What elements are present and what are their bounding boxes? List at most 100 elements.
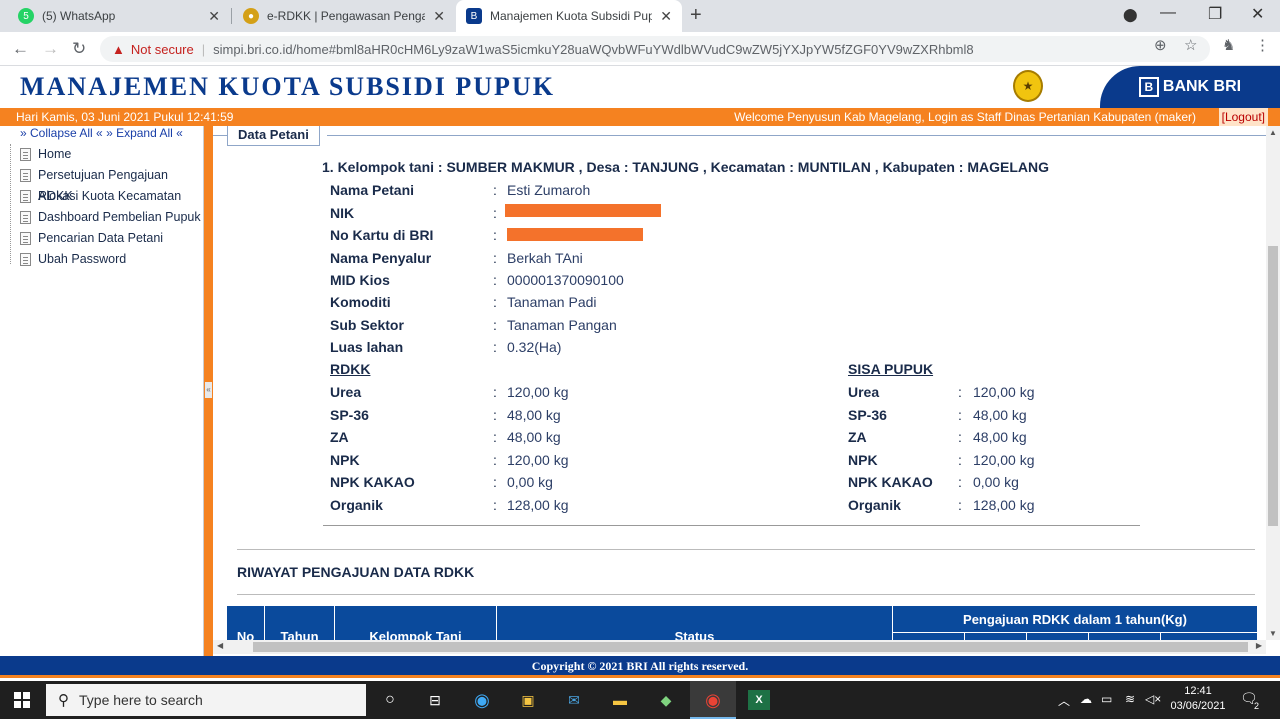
forward-arrow-icon[interactable]: →: [42, 39, 59, 59]
scroll-thumb[interactable]: [1268, 246, 1278, 526]
minimize-button[interactable]: —: [1160, 4, 1176, 22]
close-icon[interactable]: ✕: [433, 8, 445, 25]
sidebar-item-alokasi[interactable]: Alokasi Kuota Kecamatan: [0, 186, 203, 207]
bookmark-star-icon[interactable]: ☆: [1184, 36, 1197, 54]
menu-icon[interactable]: ⋮: [1255, 36, 1270, 54]
tab-title: (5) WhatsApp: [42, 9, 116, 23]
not-secure-label[interactable]: Not secure: [131, 42, 194, 57]
app-icon[interactable]: ◆: [655, 690, 677, 710]
cloud-icon[interactable]: ☁: [1080, 692, 1092, 706]
colon: :: [493, 429, 497, 445]
scroll-down-icon[interactable]: ▼: [1266, 629, 1280, 638]
colon: :: [493, 250, 497, 266]
close-icon[interactable]: ✕: [660, 8, 672, 25]
tray-chevron-icon[interactable]: ︿: [1058, 692, 1070, 709]
battery-icon[interactable]: ▭: [1101, 692, 1112, 706]
colon: :: [493, 227, 497, 243]
th-no: No: [227, 606, 265, 640]
colon: :: [493, 272, 497, 288]
maximize-button[interactable]: ❐: [1208, 4, 1222, 24]
new-tab-button[interactable]: +: [690, 4, 702, 27]
tab-manajemen-kuota[interactable]: B Manajemen Kuota Subsidi Pupuk ✕: [456, 0, 682, 32]
collapse-all-link[interactable]: » Collapse All «: [20, 126, 103, 140]
fertilizer-label: Urea: [848, 384, 880, 400]
scroll-up-icon[interactable]: ▲: [1266, 128, 1280, 137]
sidebar-item-label: Ubah Password: [38, 252, 127, 266]
close-icon[interactable]: ✕: [208, 8, 220, 25]
edge-icon[interactable]: ◉: [471, 690, 493, 710]
zoom-icon[interactable]: ⊕: [1154, 36, 1167, 54]
field-value: Berkah TAni: [507, 250, 583, 266]
colon: :: [493, 384, 497, 400]
tab-whatsapp[interactable]: 5 (5) WhatsApp ✕: [8, 0, 230, 32]
sidebar-splitter[interactable]: «: [204, 126, 213, 656]
fertilizer-value: 48,00 kg: [973, 406, 1027, 423]
fertilizer-label: Organik: [330, 496, 383, 513]
sidebar-item-ubah-password[interactable]: Ubah Password: [0, 249, 203, 270]
kelompok-tani-line: 1. Kelompok tani : SUMBER MAKMUR , Desa …: [322, 159, 1050, 175]
th-tahun: Tahun: [265, 606, 335, 640]
sidebar-item-home[interactable]: Home: [0, 144, 203, 165]
task-view-icon[interactable]: ○: [379, 690, 401, 710]
timeline-icon[interactable]: ⊟: [424, 690, 446, 710]
bri-icon: B: [466, 8, 482, 24]
th-label: Kelompok Tani: [369, 629, 462, 640]
scroll-left-icon[interactable]: ◀: [217, 641, 223, 650]
close-window-button[interactable]: ✕: [1251, 4, 1264, 24]
bank-name: BANK BRI: [1162, 78, 1242, 95]
logout-link[interactable]: [Logout]: [1218, 108, 1268, 126]
wifi-icon[interactable]: ≋: [1125, 692, 1135, 706]
fertilizer-label: SP-36: [330, 406, 369, 423]
taskbar-search[interactable]: ⚲ Type here to search: [46, 684, 366, 716]
tab-title: e-RDKK | Pengawasan Pengajuan: [267, 9, 426, 23]
windows-start-icon[interactable]: [14, 692, 30, 708]
mail-icon[interactable]: ✉: [563, 690, 585, 710]
clock-date: 03/06/2021: [1170, 700, 1226, 712]
file-explorer-icon[interactable]: ▬: [609, 690, 631, 710]
scroll-right-icon[interactable]: ▶: [1256, 641, 1262, 650]
colon: :: [493, 205, 497, 221]
document-icon: [20, 148, 31, 161]
sidebar-item-label: Dashboard Pembelian Pupuk: [38, 210, 201, 224]
field-label: Nama Petani: [330, 182, 415, 198]
fertilizer-label: NPK KAKAO: [848, 474, 933, 490]
colon: :: [958, 384, 962, 400]
extension-icon[interactable]: ♞: [1222, 36, 1235, 54]
tab-erdkk[interactable]: ● e-RDKK | Pengawasan Pengajuan ✕: [233, 0, 455, 32]
fertilizer-value: 0,00 kg: [973, 474, 1019, 490]
sidebar-item-persetujuan[interactable]: Persetujuan Pengajuan RDKK: [0, 165, 203, 203]
document-icon: [20, 253, 31, 266]
field-label: Luas lahan: [330, 339, 404, 355]
url-text[interactable]: simpi.bri.co.id/home#bml8aHR0cHM6Ly9zaW1…: [213, 42, 1198, 57]
tab-separator: [231, 8, 232, 24]
expand-all-link[interactable]: » Expand All «: [106, 126, 183, 140]
fieldset-border: [327, 135, 1266, 136]
chrome-icon[interactable]: ◉: [702, 690, 724, 710]
sidebar-item-pencarian[interactable]: Pencarian Data Petani: [0, 228, 203, 249]
sidebar-item-dashboard[interactable]: Dashboard Pembelian Pupuk: [0, 207, 203, 228]
th-label: Pengajuan RDKK dalam 1 tahun(Kg): [963, 612, 1187, 627]
bri-logo-icon: B: [1138, 77, 1159, 97]
document-icon: [20, 232, 31, 245]
back-arrow-icon[interactable]: ←: [12, 39, 29, 59]
store-icon[interactable]: ▣: [517, 690, 539, 710]
collapse-grip-icon[interactable]: «: [205, 382, 212, 398]
clock-time: 12:41: [1184, 685, 1212, 697]
reload-icon[interactable]: ↻: [72, 39, 86, 59]
scroll-thumb[interactable]: [253, 642, 1248, 652]
horizontal-scrollbar[interactable]: ◀ ▶: [213, 640, 1266, 654]
fertilizer-label: NPK: [330, 451, 360, 468]
th-label: Status: [674, 629, 715, 640]
vertical-scrollbar[interactable]: ▲ ▼: [1266, 126, 1280, 640]
fertilizer-label: ZA: [848, 429, 867, 445]
fertilizer-value: 128,00 kg: [973, 496, 1035, 513]
address-bar-row: ← → ↻ ▲ Not secure | simpi.bri.co.id/hom…: [0, 32, 1280, 66]
system-clock[interactable]: 12:41 03/06/2021: [1168, 684, 1228, 714]
fertilizer-value: 120,00 kg: [507, 384, 569, 400]
divider: [237, 549, 1255, 550]
volume-icon[interactable]: ◁×: [1145, 692, 1161, 706]
field-label: Nama Penyalur: [330, 250, 432, 266]
url-bar[interactable]: ▲ Not secure | simpi.bri.co.id/home#bml8…: [100, 36, 1210, 62]
profile-dropdown-icon[interactable]: ⬤: [1123, 7, 1138, 23]
excel-icon[interactable]: X: [748, 690, 770, 710]
